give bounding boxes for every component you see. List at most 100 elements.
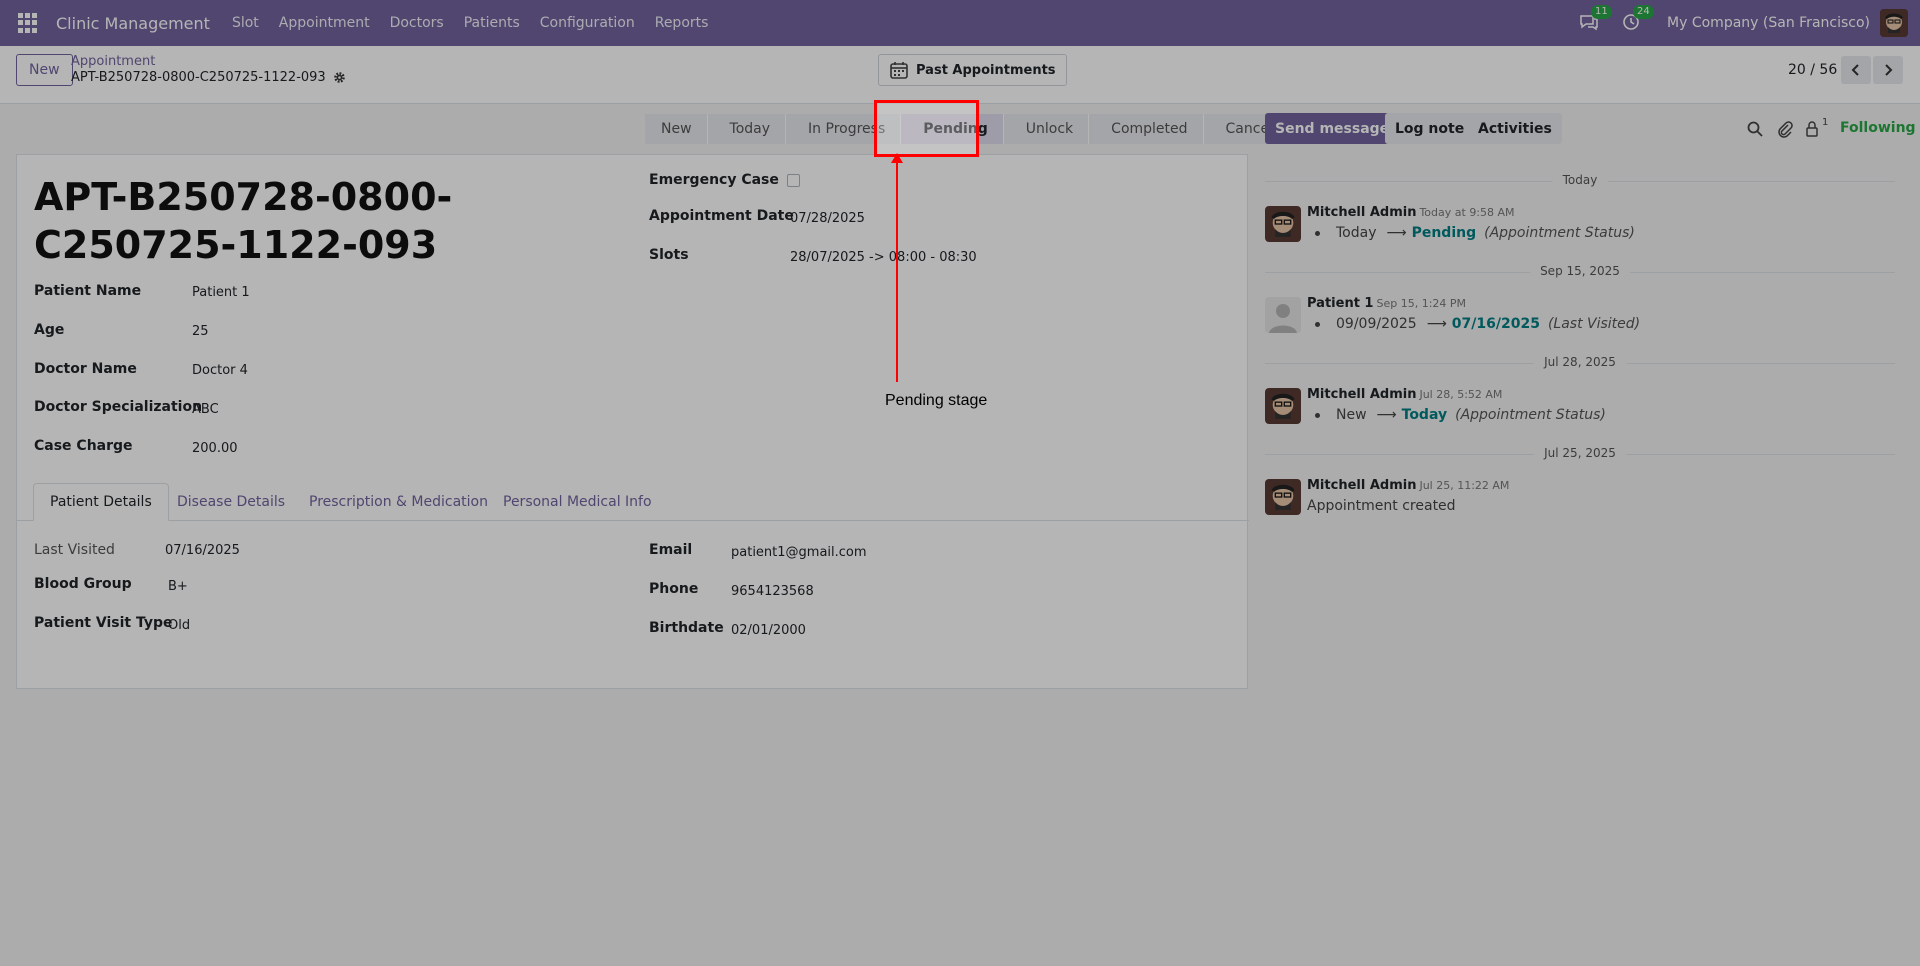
bullet	[1315, 321, 1320, 327]
send-message-button[interactable]: Send message	[1265, 113, 1400, 144]
tab-patient-details[interactable]: Patient Details	[33, 483, 169, 521]
arrow-right-icon: ⟶	[1386, 225, 1407, 241]
menu-configuration[interactable]: Configuration	[540, 15, 635, 31]
bullet	[1315, 230, 1320, 236]
tab-disease-details[interactable]: Disease Details	[161, 483, 301, 521]
message-author-name[interactable]: Patient 1	[1307, 296, 1373, 311]
stage-new[interactable]: New	[645, 114, 708, 144]
breadcrumb-current: APT-B250728-0800-C250725-1122-093	[71, 70, 346, 85]
menu-doctors[interactable]: Doctors	[390, 15, 444, 31]
chevron-left-icon	[1851, 64, 1859, 76]
tracking-old-value: New	[1336, 407, 1367, 423]
blood-group-value[interactable]: B+	[168, 579, 188, 594]
tracking-value: 09/09/2025 ⟶ 07/16/2025 (Last Visited)	[1315, 316, 1640, 332]
pager-next-button[interactable]	[1873, 56, 1903, 84]
doctor-specialization-value[interactable]: ABC	[192, 402, 219, 417]
company-switcher[interactable]: My Company (San Francisco)	[1667, 15, 1870, 31]
menu-patients[interactable]: Patients	[464, 15, 520, 31]
followers-count: 1	[1822, 117, 1829, 128]
tab-personal-medical-info[interactable]: Personal Medical Info	[487, 483, 668, 521]
doctor-name-value[interactable]: Doctor 4	[192, 363, 248, 378]
blood-group-label: Blood Group	[34, 576, 132, 592]
phone-value[interactable]: 9654123568	[731, 584, 814, 599]
age-label: Age	[34, 322, 65, 338]
app-grid-icon[interactable]	[18, 13, 38, 33]
new-button[interactable]: New	[16, 54, 73, 86]
patient-visit-type-label: Patient Visit Type	[34, 615, 173, 631]
pager-value[interactable]: 20 / 56	[1788, 62, 1837, 78]
tracking-old-value: 09/09/2025	[1336, 316, 1417, 332]
avatar[interactable]	[1265, 297, 1301, 333]
slots-value[interactable]: 28/07/2025 -> 08:00 - 08:30	[790, 250, 977, 265]
stage-completed[interactable]: Completed	[1089, 114, 1204, 144]
message-author[interactable]: Mitchell Admin Jul 25, 11:22 AM	[1307, 478, 1509, 493]
menu-reports[interactable]: Reports	[655, 15, 709, 31]
avatar[interactable]	[1265, 388, 1301, 424]
tracking-field: (Last Visited)	[1547, 316, 1641, 332]
tracking-value: Today ⟶ Pending (Appointment Status)	[1315, 225, 1635, 241]
slots-label: Slots	[649, 247, 689, 263]
record-title[interactable]: APT-B250728-0800-C250725-1122-093	[34, 173, 594, 269]
appointment-date-value[interactable]: 07/28/2025	[790, 211, 865, 226]
last-visited-value[interactable]: 07/16/2025	[165, 543, 240, 558]
menu-slot[interactable]: Slot	[232, 15, 259, 31]
past-appointments-button[interactable]: Past Appointments	[878, 54, 1067, 86]
doctor-specialization-label: Doctor Specialization	[34, 399, 203, 415]
emergency-case-checkbox[interactable]	[787, 174, 800, 187]
following-button[interactable]: Following	[1840, 120, 1916, 136]
date-separator-label: Jul 28, 2025	[1534, 355, 1626, 369]
message-author-name[interactable]: Mitchell Admin	[1307, 205, 1416, 220]
message-author[interactable]: Mitchell Admin Today at 9:58 AM	[1307, 205, 1515, 220]
form-sheet: APT-B250728-0800-C250725-1122-093 Patien…	[16, 154, 1249, 689]
user-avatar[interactable]	[1880, 9, 1908, 37]
arrow-right-icon: ⟶	[1376, 407, 1397, 423]
message-time: Sep 15, 1:24 PM	[1376, 297, 1467, 310]
stage-today[interactable]: Today	[707, 114, 787, 144]
tracking-field: (Appointment Status)	[1484, 225, 1635, 241]
search-icon[interactable]	[1746, 120, 1764, 138]
tracking-value: New ⟶ Today (Appointment Status)	[1315, 407, 1606, 423]
avatar[interactable]	[1265, 479, 1301, 515]
last-visited-label: Last Visited	[34, 542, 115, 558]
bullet	[1315, 412, 1320, 418]
top-navbar: Clinic Management Slot Appointment Docto…	[0, 0, 1920, 46]
gear-icon[interactable]	[333, 71, 346, 84]
doctor-name-label: Doctor Name	[34, 361, 137, 377]
date-separator-label: Today	[1552, 173, 1608, 187]
tracking-new-value: 07/16/2025	[1451, 316, 1540, 332]
calendar-icon	[889, 60, 909, 80]
menu-appointment[interactable]: Appointment	[279, 15, 370, 31]
messages-icon[interactable]: 11	[1579, 5, 1612, 34]
patient-visit-type-value[interactable]: Old	[168, 618, 190, 633]
appointment-date-label: Appointment Date	[649, 208, 794, 224]
paperclip-icon[interactable]	[1776, 120, 1794, 138]
activity-clock-icon[interactable]: 24	[1621, 5, 1654, 34]
email-label: Email	[649, 542, 693, 558]
message-author[interactable]: Mitchell Admin Jul 28, 5:52 AM	[1307, 387, 1502, 402]
message-author-name[interactable]: Mitchell Admin	[1307, 478, 1416, 493]
breadcrumb-appointment[interactable]: Appointment	[71, 54, 155, 69]
followers-lock-icon[interactable]	[1805, 120, 1823, 138]
tracking-field: (Appointment Status)	[1455, 407, 1606, 423]
breadcrumb-current-label: APT-B250728-0800-C250725-1122-093	[71, 70, 326, 85]
tracking-old-value: Today	[1336, 225, 1377, 241]
pager-previous-button[interactable]	[1841, 56, 1871, 84]
message-author-name[interactable]: Mitchell Admin	[1307, 387, 1416, 402]
stage-unlock[interactable]: Unlock	[1003, 114, 1090, 144]
date-separator: Jul 25, 2025	[1265, 444, 1895, 464]
tab-prescription-medication[interactable]: Prescription & Medication	[293, 483, 504, 521]
phone-label: Phone	[649, 581, 699, 597]
date-separator-label: Jul 25, 2025	[1534, 446, 1626, 460]
birthdate-value[interactable]: 02/01/2000	[731, 623, 806, 638]
email-value[interactable]: patient1@gmail.com	[731, 545, 867, 560]
highlight-box	[874, 100, 979, 157]
log-note-button[interactable]: Log note	[1385, 113, 1475, 144]
age-value[interactable]: 25	[192, 324, 209, 339]
patient-name-value[interactable]: Patient 1	[192, 285, 250, 300]
message-author[interactable]: Patient 1 Sep 15, 1:24 PM	[1307, 296, 1466, 311]
activities-button[interactable]: Activities	[1468, 113, 1562, 144]
case-charge-value[interactable]: 200.00	[192, 441, 238, 456]
app-name[interactable]: Clinic Management	[56, 14, 210, 33]
avatar[interactable]	[1265, 206, 1301, 242]
date-separator-label: Sep 15, 2025	[1530, 264, 1630, 278]
